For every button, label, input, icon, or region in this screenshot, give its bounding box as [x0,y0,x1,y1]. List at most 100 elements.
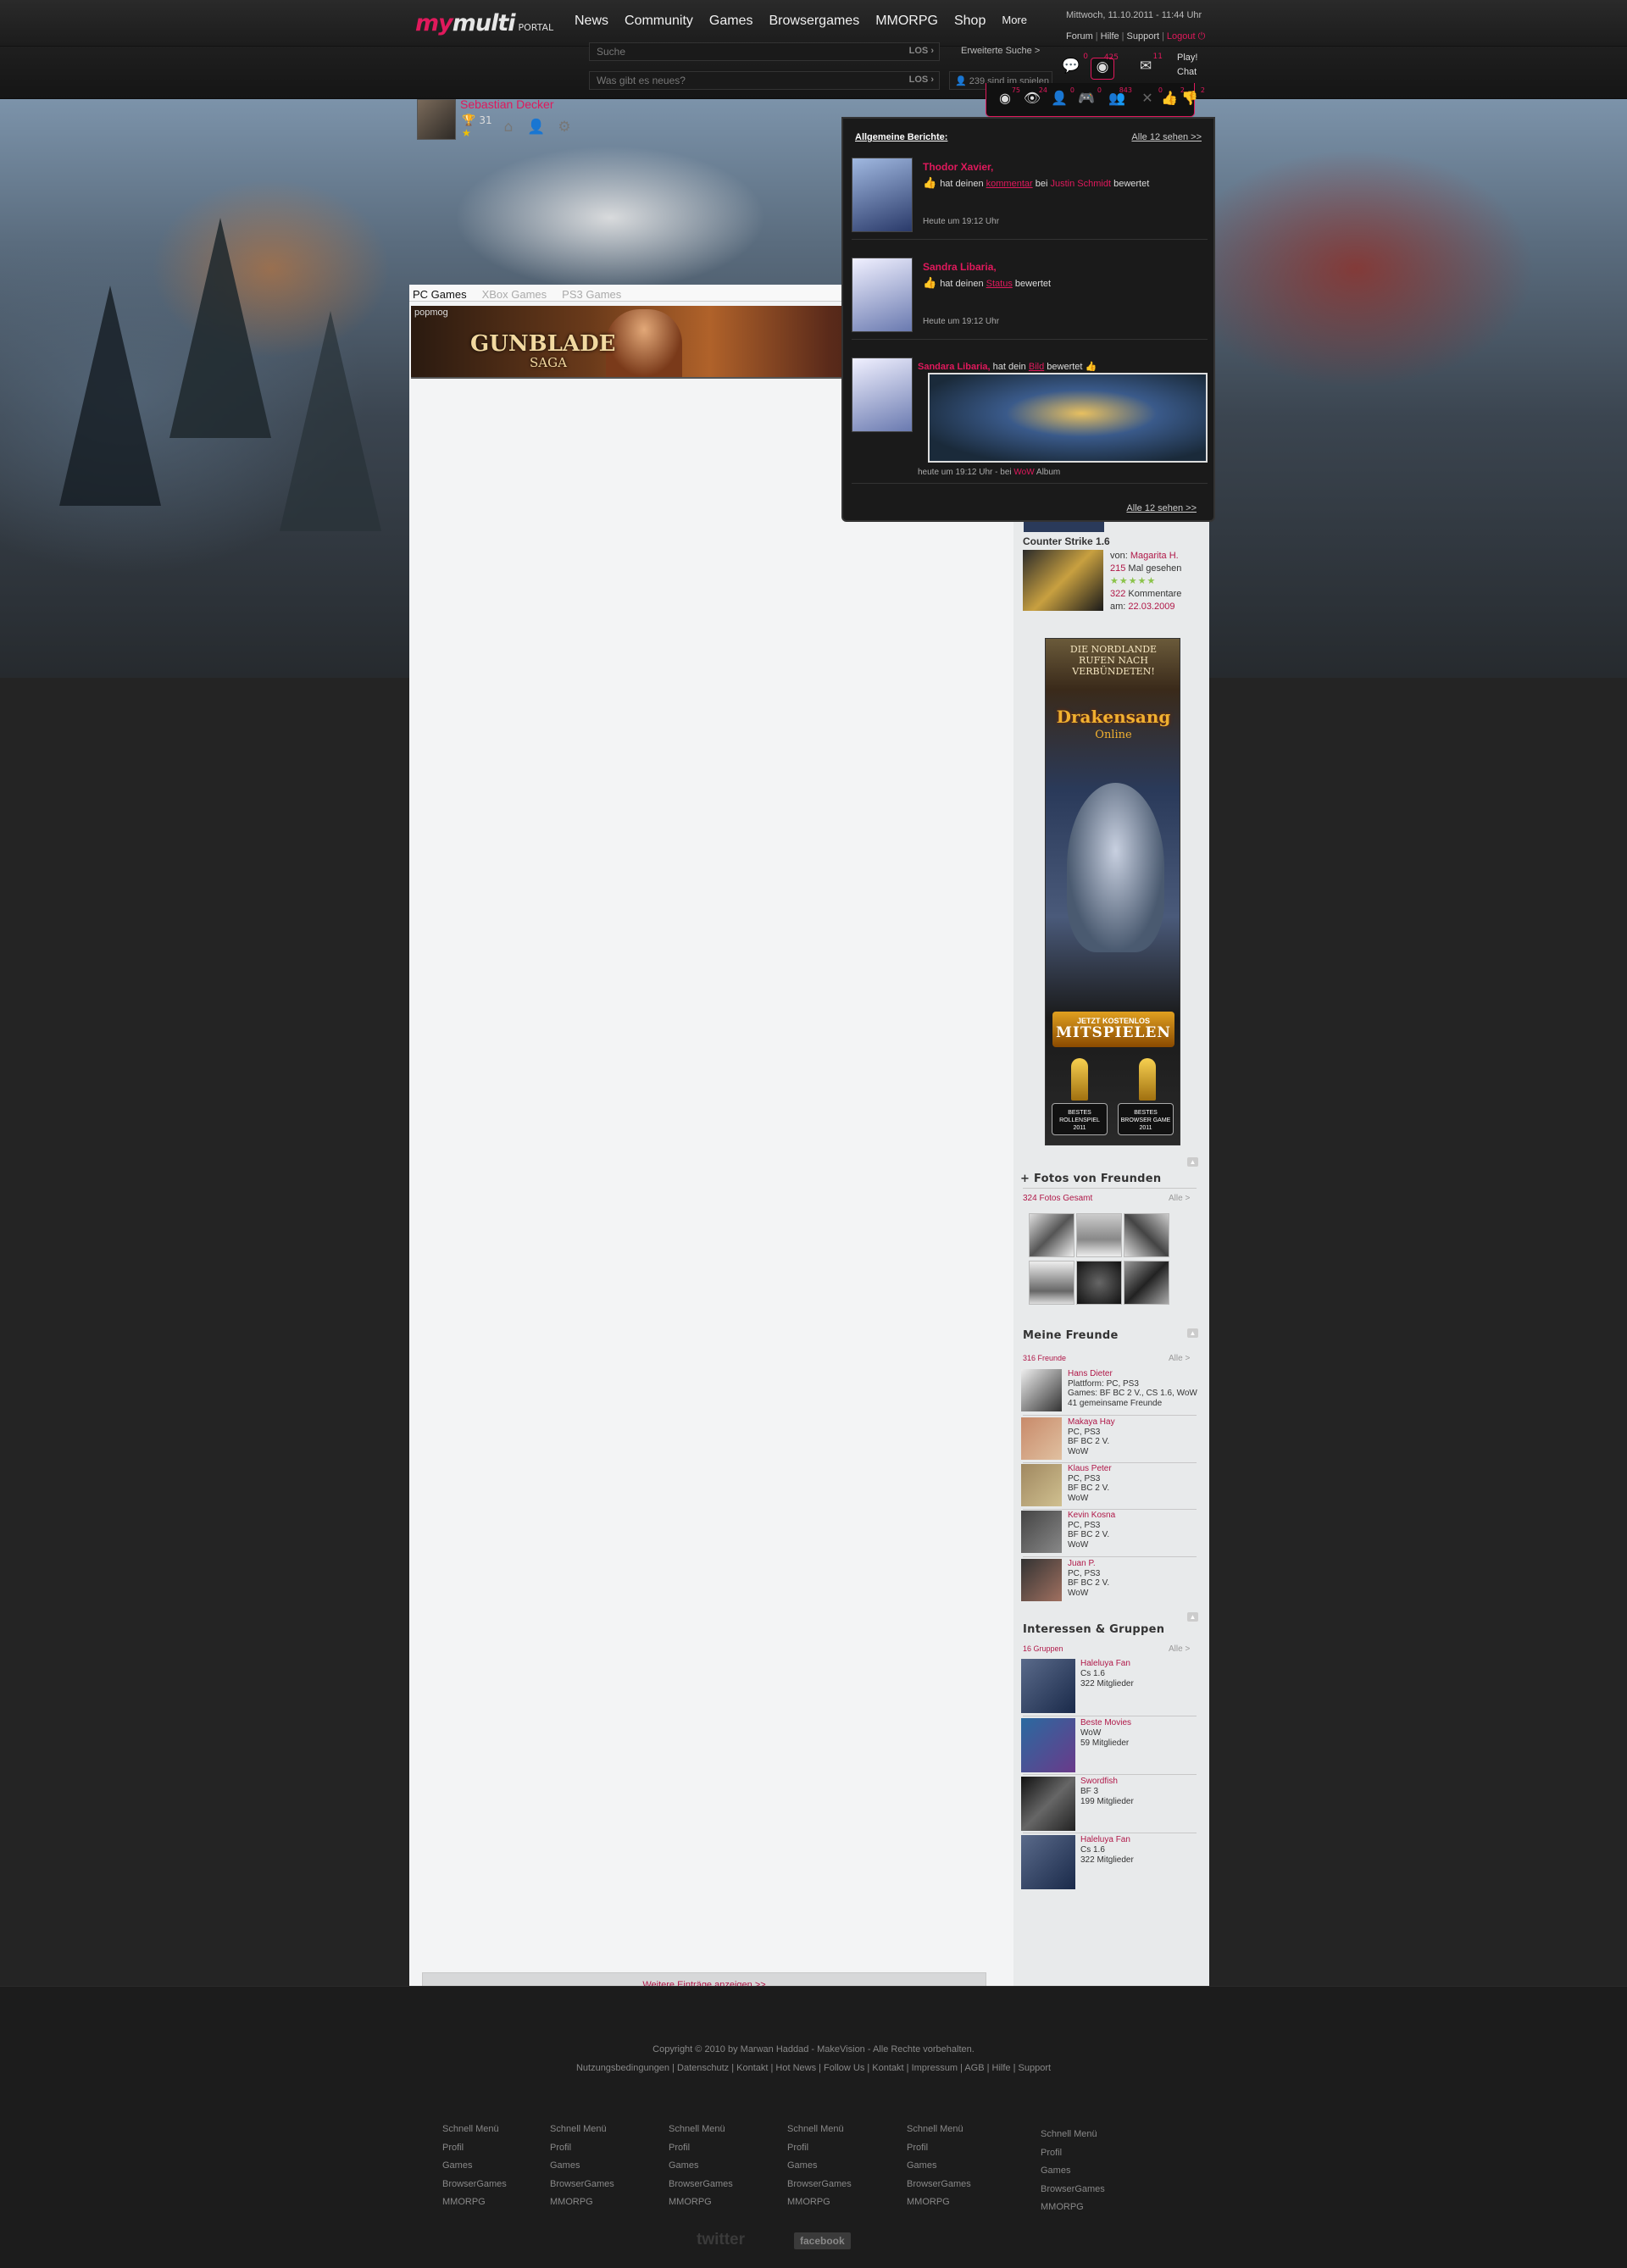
footer-link[interactable]: Profil [907,2139,971,2158]
broadcast-icon[interactable]: ◉ 425 [1091,53,1119,80]
notification-avatar[interactable] [852,158,913,232]
status-button[interactable]: LOS › [909,75,934,85]
footer-link[interactable]: MMORPG [907,2193,971,2212]
play-link[interactable]: Play! [1177,51,1197,65]
nav-games[interactable]: Games [709,14,753,29]
friend-photo[interactable] [1124,1261,1169,1305]
photos-count[interactable]: 324 Fotos Gesamt [1023,1194,1092,1203]
mail-icon[interactable]: ✉ 11 [1134,53,1163,80]
search-button[interactable]: LOS › [909,46,934,56]
rated-picture[interactable] [928,373,1208,463]
footer-link[interactable]: Schnell Menü [907,2121,971,2139]
notification-link[interactable]: Bild [1029,362,1044,372]
game-title[interactable]: Counter Strike 1.6 [1023,535,1110,547]
friend-photo[interactable] [1124,1213,1169,1257]
footer-links[interactable]: Nutzungsbedingungen | Datenschutz | Kont… [0,2063,1627,2073]
footer-link[interactable]: BrowserGames [669,2176,733,2194]
group-name[interactable]: Haleluya Fan [1080,1835,1134,1845]
footer-link[interactable]: Schnell Menü [1041,2126,1105,2144]
footer-link[interactable]: MMORPG [669,2193,733,2212]
nav-news[interactable]: News [575,14,608,29]
user-avatar[interactable] [417,99,456,140]
profile-icon[interactable]: 👤 [527,118,546,136]
group-image[interactable] [1021,1835,1075,1889]
notification-avatar[interactable] [852,258,913,332]
groups-count[interactable]: 16 Gruppen [1023,1644,1063,1653]
footer-link[interactable]: Schnell Menü [669,2121,733,2139]
group-image[interactable] [1021,1718,1075,1772]
nav-browsergames[interactable]: Browsergames [769,14,860,29]
chat-link[interactable]: Chat [1177,65,1197,80]
footer-link[interactable]: BrowserGames [442,2176,507,2194]
notification-user-name[interactable]: Sandara Libaria, [918,362,991,372]
friend-photo[interactable] [1076,1213,1122,1257]
footer-link[interactable]: BrowserGames [1041,2181,1105,2199]
status-input[interactable]: Was gibt es neues? LOS › [589,71,940,90]
footer-link[interactable]: BrowserGames [550,2176,614,2194]
footer-link[interactable]: BrowserGames [787,2176,852,2194]
nav-more[interactable]: More [1002,14,1027,29]
link-support[interactable]: Support [1127,31,1160,42]
friend-photo[interactable] [1076,1261,1122,1305]
friend-avatar[interactable] [1021,1464,1062,1506]
broadcast-icon[interactable]: ◉ 75 [993,86,1020,110]
game-thumbnail[interactable] [1023,550,1103,611]
footer-link[interactable]: Profil [442,2139,507,2158]
collapse-icon[interactable]: ▲ [1187,1328,1198,1338]
notification-link[interactable]: kommentar [986,179,1033,189]
footer-link[interactable]: Games [1041,2162,1105,2181]
tab-pc-games[interactable]: PC Games [413,288,467,305]
advanced-search-link[interactable]: Erweiterte Suche > [961,46,1040,56]
notification-user[interactable]: Sandra Libaria, [923,261,997,273]
footer-link[interactable]: Games [442,2157,507,2176]
ad-cta-button[interactable]: JETZT KOSTENLOS MITSPIELEN [1052,1012,1174,1047]
footer-link[interactable]: Profil [1041,2144,1105,2163]
group-name[interactable]: Beste Movies [1080,1718,1131,1728]
friend-avatar[interactable] [1021,1417,1062,1460]
photos-all-link[interactable]: Alle > [1169,1194,1190,1203]
home-icon[interactable]: ⌂ [499,118,518,136]
link-hilfe[interactable]: Hilfe [1101,31,1119,42]
popup-footer-see-all[interactable]: Alle 12 sehen >> [1126,503,1197,513]
search-input[interactable]: Suche LOS › [589,42,940,61]
footer-link[interactable]: Schnell Menü [442,2121,507,2139]
facebook-link[interactable]: facebook [794,2232,851,2249]
friend-avatar[interactable] [1021,1511,1062,1553]
footer-link[interactable]: Games [669,2157,733,2176]
friends-count[interactable]: 316 Freunde [1023,1354,1066,1362]
notification-link[interactable]: Justin Schmidt [1050,179,1111,189]
nav-community[interactable]: Community [625,14,693,29]
footer-link[interactable]: Games [907,2157,971,2176]
friend-avatar[interactable] [1021,1369,1062,1411]
notification-avatar[interactable] [852,358,913,432]
groups-all-link[interactable]: Alle > [1169,1644,1190,1654]
eye-icon[interactable]: 👁 24 [1020,86,1047,110]
footer-link[interactable]: Games [550,2157,614,2176]
footer-link[interactable]: Games [787,2157,852,2176]
friend-name[interactable]: Klaus Peter [1068,1464,1112,1474]
drakensang-ad[interactable]: DIE NORDLANDE RUFEN NACH VERBÜNDETEN! Dr… [1045,638,1180,1145]
friend-photo[interactable] [1029,1261,1074,1305]
site-logo[interactable]: mymulti PORTAL [415,10,553,36]
thumbs-down-icon[interactable]: 👎 2 [1178,86,1205,110]
footer-link[interactable]: MMORPG [787,2193,852,2212]
friends-all-link[interactable]: Alle > [1169,1354,1190,1363]
friend-name[interactable]: Kevin Kosna [1068,1511,1115,1521]
link-forum[interactable]: Forum [1066,31,1093,42]
footer-link[interactable]: Schnell Menü [787,2121,852,2139]
friend-photo[interactable] [1029,1213,1074,1257]
notification-user[interactable]: Thodor Xavier, [923,161,993,173]
logout-link[interactable]: Logout [1167,31,1196,42]
group-image[interactable] [1021,1777,1075,1831]
user-name[interactable]: Sebastian Decker [460,97,554,111]
friend-name[interactable]: Juan P. [1068,1559,1109,1569]
group-image[interactable] [1021,1659,1075,1713]
notification-link[interactable]: Status [986,279,1013,289]
settings-icon[interactable]: ⚙ [555,118,574,136]
footer-link[interactable]: Schnell Menü [550,2121,614,2139]
game-author[interactable]: Magarita H. [1130,551,1179,561]
nav-shop[interactable]: Shop [954,14,986,29]
friend-request-icon[interactable]: 👤 0 [1047,86,1074,110]
tab-xbox-games[interactable]: XBox Games [482,288,547,305]
gamepad-icon[interactable]: 🎮 0 [1074,86,1102,110]
